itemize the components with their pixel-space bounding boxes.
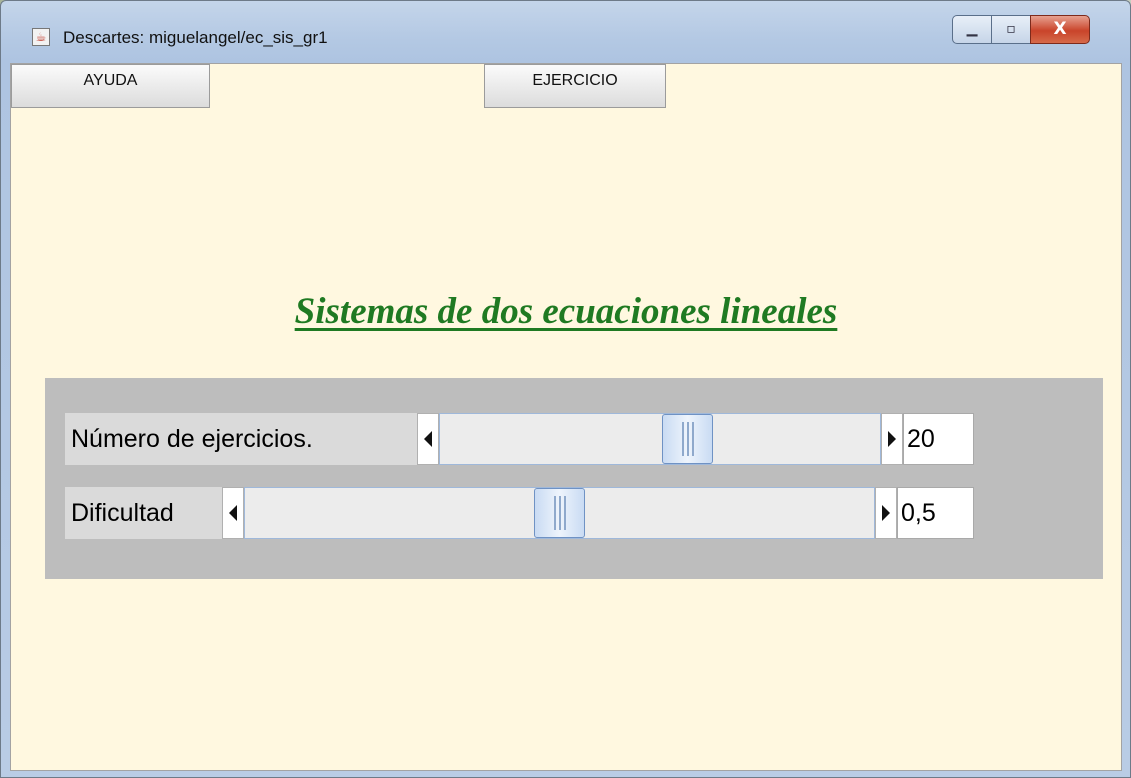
difficulty-label: Dificultad xyxy=(65,487,222,539)
difficulty-value-field[interactable]: 0,5 xyxy=(897,487,974,539)
difficulty-slider-track[interactable] xyxy=(244,487,875,539)
exercises-decrement-button[interactable] xyxy=(417,413,439,465)
arrow-left-icon xyxy=(424,431,432,447)
window-controls: ▁ ▫ X xyxy=(952,15,1090,44)
controls-panel: Número de ejercicios. 20 Dificultad 0,5 xyxy=(45,378,1103,579)
page-title: Sistemas de dos ecuaciones lineales xyxy=(294,291,838,332)
difficulty-decrement-button[interactable] xyxy=(222,487,244,539)
minimize-button[interactable]: ▁ xyxy=(952,15,992,44)
arrow-left-icon xyxy=(229,505,237,521)
application-window: ☕ Descartes: miguelangel/ec_sis_gr1 ▁ ▫ … xyxy=(0,0,1131,778)
exercise-button[interactable]: EJERCICIO xyxy=(484,64,666,108)
help-button[interactable]: AYUDA xyxy=(11,64,210,108)
close-button[interactable]: X xyxy=(1030,15,1090,44)
difficulty-slider-thumb[interactable] xyxy=(534,488,585,538)
title-bar[interactable]: ☕ Descartes: miguelangel/ec_sis_gr1 ▁ ▫ … xyxy=(1,1,1130,63)
maximize-button[interactable]: ▫ xyxy=(991,15,1031,44)
java-coffee-icon[interactable]: ☕ xyxy=(32,28,50,46)
help-button-label: AYUDA xyxy=(83,72,138,89)
exercises-increment-button[interactable] xyxy=(881,413,903,465)
button-bar: AYUDA EJERCICIO xyxy=(11,64,1121,108)
exercises-slider-thumb[interactable] xyxy=(662,414,713,464)
arrow-right-icon xyxy=(888,431,896,447)
app-content: AYUDA EJERCICIO Sistemas de dos ecuacion… xyxy=(10,63,1122,771)
exercises-value-field[interactable]: 20 xyxy=(903,413,974,465)
arrow-right-icon xyxy=(882,505,890,521)
window-title: Descartes: miguelangel/ec_sis_gr1 xyxy=(63,28,328,47)
difficulty-increment-button[interactable] xyxy=(875,487,897,539)
exercise-button-label: EJERCICIO xyxy=(532,72,618,89)
exercises-slider-track[interactable] xyxy=(439,413,881,465)
exercises-label: Número de ejercicios. xyxy=(65,413,417,465)
